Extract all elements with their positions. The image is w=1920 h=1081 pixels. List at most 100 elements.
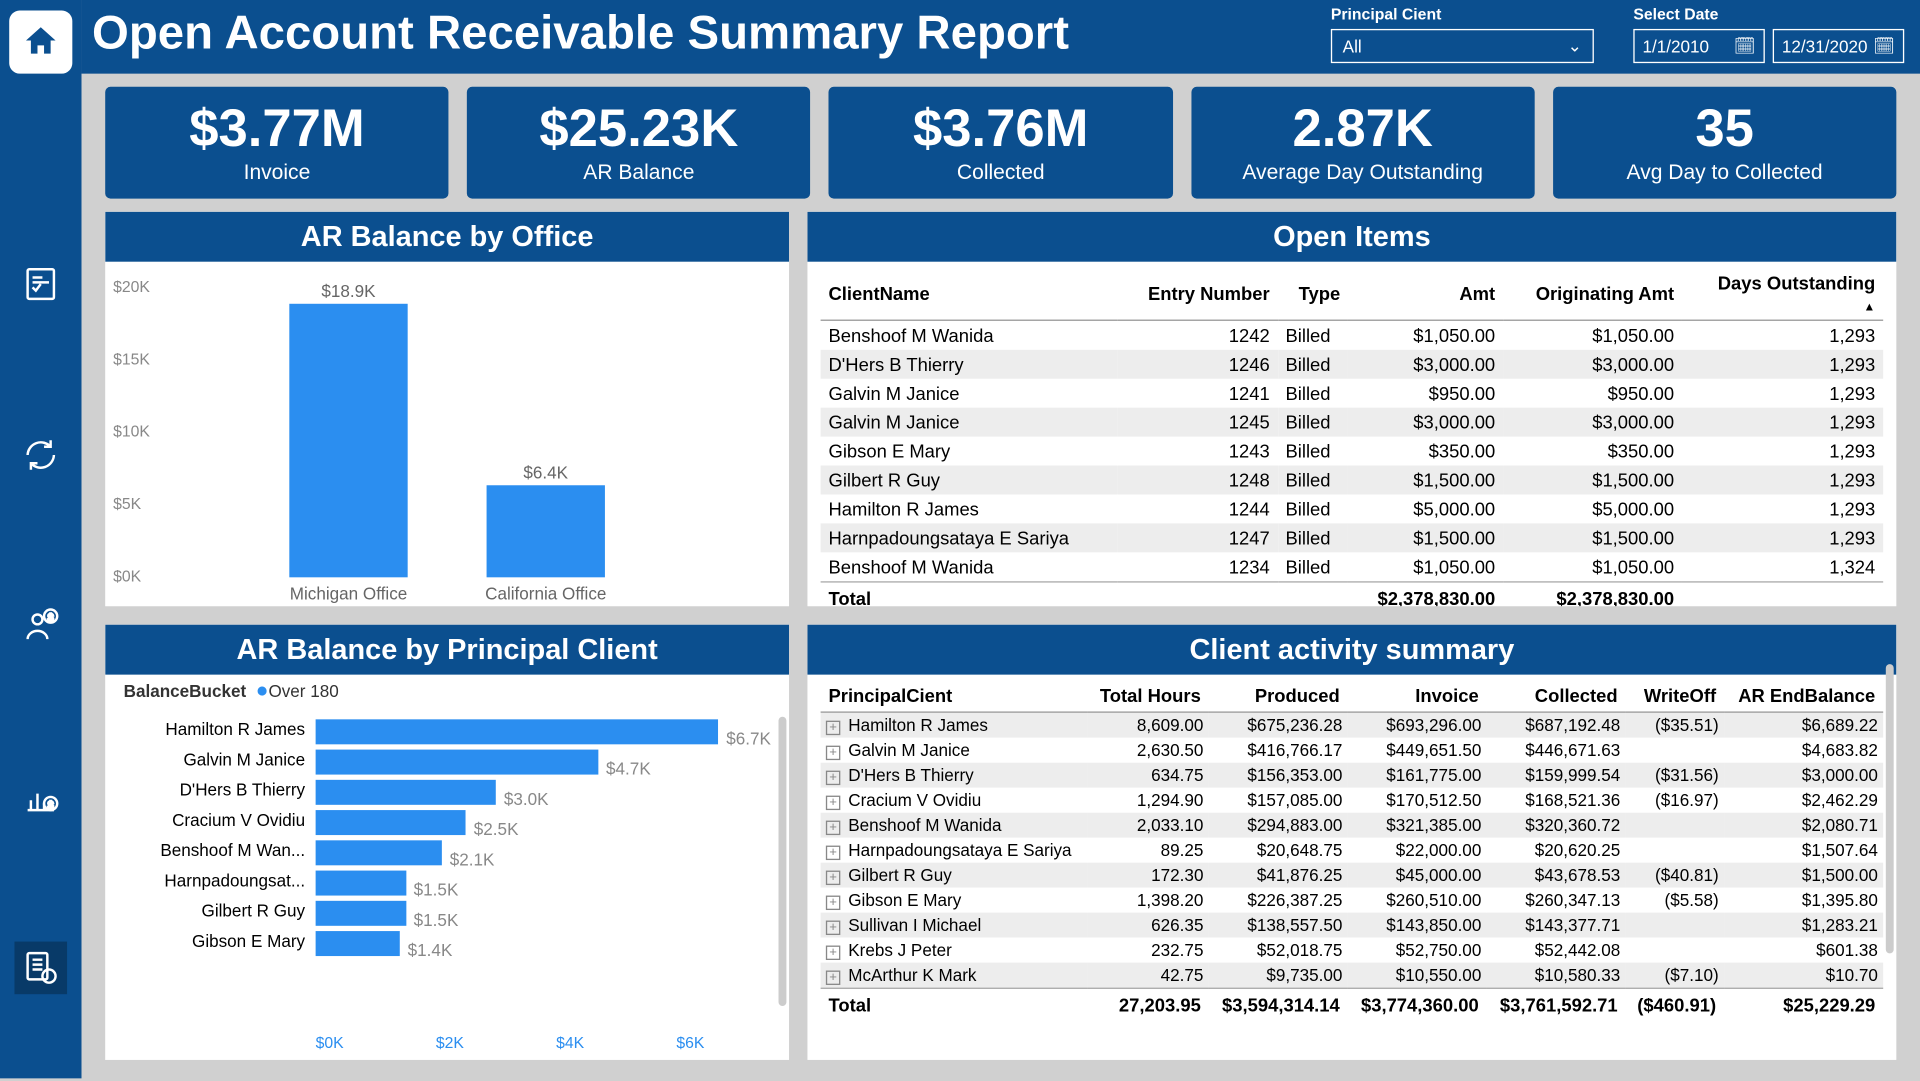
date-end-input[interactable]: 12/31/2020 🗓 xyxy=(1773,29,1905,63)
expand-icon[interactable]: + xyxy=(826,921,840,935)
kpi-label: Invoice xyxy=(113,162,441,186)
bar[interactable] xyxy=(487,485,605,578)
header: Open Account Receivable Summary Report P… xyxy=(82,0,1920,74)
column-header[interactable]: Originating Amt xyxy=(1503,267,1682,320)
kpi-card: $3.76MCollected xyxy=(829,87,1172,199)
open-items-table: ClientNameEntry NumberTypeAmtOriginating… xyxy=(821,267,1884,606)
kpi-label: Average Day Outstanding xyxy=(1199,162,1527,186)
kpi-card: $3.77MInvoice xyxy=(105,87,449,199)
column-header[interactable]: Invoice xyxy=(1348,680,1487,712)
table-row[interactable]: +Benshoof M Wanida2,033.10$294,883.00$32… xyxy=(821,813,1884,838)
chart-icon[interactable]: $ xyxy=(14,771,67,824)
page-title: Open Account Receivable Summary Report xyxy=(92,5,1331,60)
expand-icon[interactable]: + xyxy=(826,871,840,885)
table-row[interactable]: +Hamilton R James8,609.00$675,236.28$693… xyxy=(821,712,1884,738)
table-row[interactable]: Benshoof M Wanida1242Billed$1,050.00$1,0… xyxy=(821,320,1884,350)
kpi-label: Avg Day to Collected xyxy=(1561,162,1889,186)
kpi-label: AR Balance xyxy=(475,162,803,186)
expand-icon[interactable]: + xyxy=(826,721,840,735)
expand-icon[interactable]: + xyxy=(826,971,840,985)
kpi-value: $25.23K xyxy=(475,100,803,159)
hbar-row: Harnpadoungsat...$1.5K xyxy=(316,871,776,901)
kpi-value: 2.87K xyxy=(1199,100,1527,159)
hbar[interactable] xyxy=(316,719,719,744)
column-header[interactable]: Amt xyxy=(1348,267,1503,320)
hbar[interactable] xyxy=(316,780,496,805)
ar-client-chart: AR Balance by Principal Client BalanceBu… xyxy=(105,625,789,1060)
hbar-row: Cracium V Ovidiu$2.5K xyxy=(316,810,776,840)
home-icon xyxy=(21,22,60,61)
expand-icon[interactable]: + xyxy=(826,846,840,860)
hbar[interactable] xyxy=(316,931,400,956)
column-header[interactable]: WriteOff xyxy=(1626,680,1724,712)
column-header[interactable]: Total Hours xyxy=(1087,680,1208,712)
table-row[interactable]: +Gibson E Mary1,398.20$226,387.25$260,51… xyxy=(821,888,1884,913)
svg-text:$: $ xyxy=(48,613,54,624)
column-header[interactable]: ClientName xyxy=(821,267,1118,320)
user-money-icon[interactable]: $ xyxy=(14,600,67,653)
legend: BalanceBucket ●Over 180 xyxy=(105,675,789,709)
table-row[interactable]: +D'Hers B Thierry634.75$156,353.00$161,7… xyxy=(821,763,1884,788)
open-items-card: Open Items ClientNameEntry NumberTypeAmt… xyxy=(807,212,1896,607)
expand-icon[interactable]: + xyxy=(826,821,840,835)
hbar-row: D'Hers B Thierry$3.0K xyxy=(316,780,776,810)
table-row[interactable]: +Galvin M Janice2,630.50$416,766.17$449,… xyxy=(821,738,1884,763)
scrollbar[interactable] xyxy=(1886,664,1894,953)
table-row[interactable]: Gibson E Mary1243Billed$350.00$350.001,2… xyxy=(821,437,1884,466)
table-row[interactable]: +Cracium V Ovidiu1,294.90$157,085.00$170… xyxy=(821,788,1884,813)
table-row[interactable]: Galvin M Janice1245Billed$3,000.00$3,000… xyxy=(821,408,1884,437)
column-header[interactable]: Collected xyxy=(1487,680,1626,712)
kpi-row: $3.77MInvoice $25.23K AR Balance $3.76MColl… xyxy=(82,74,1920,212)
column-header[interactable]: Produced xyxy=(1209,680,1348,712)
table-row[interactable]: +Gilbert R Guy172.30$41,876.25$45,000.00… xyxy=(821,863,1884,888)
report-icon[interactable] xyxy=(14,258,67,311)
client-filter-label: Principal Cient xyxy=(1331,5,1594,23)
hbar-row: Gibson E Mary$1.4K xyxy=(316,931,776,961)
ledger-icon[interactable] xyxy=(14,942,67,995)
table-row[interactable]: +McArthur K Mark42.75$9,735.00$10,550.00… xyxy=(821,963,1884,989)
table-row[interactable]: Galvin M Janice1241Billed$950.00$950.001… xyxy=(821,379,1884,408)
table-row[interactable]: D'Hers B Thierry1246Billed$3,000.00$3,00… xyxy=(821,350,1884,379)
hbar-row: Gilbert R Guy$1.5K xyxy=(316,901,776,931)
chevron-down-icon: ⌄ xyxy=(1568,36,1582,57)
date-start-input[interactable]: 1/1/2010 🗓 xyxy=(1633,29,1765,63)
client-dropdown[interactable]: All ⌄ xyxy=(1331,29,1594,63)
hbar[interactable] xyxy=(316,871,406,896)
expand-icon[interactable]: + xyxy=(826,796,840,810)
hbar[interactable] xyxy=(316,810,466,835)
table-row[interactable]: +Harnpadoungsataya E Sariya89.25$20,648.… xyxy=(821,838,1884,863)
home-button[interactable] xyxy=(9,11,72,74)
column-header[interactable]: Entry Number xyxy=(1118,267,1278,320)
table-row[interactable]: Benshoof M Wanida1234Billed$1,050.00$1,0… xyxy=(821,552,1884,582)
column-header[interactable]: AR EndBalance xyxy=(1724,680,1883,712)
column-header[interactable]: PrincipalCient xyxy=(821,680,1088,712)
table-row[interactable]: +Sullivan I Michael626.35$138,557.50$143… xyxy=(821,913,1884,938)
table-row[interactable]: Harnpadoungsataya E Sariya1247Billed$1,5… xyxy=(821,523,1884,552)
ar-office-chart: AR Balance by Office $0K$5K$10K$15K$20K$… xyxy=(105,212,789,607)
column-header[interactable]: Type xyxy=(1278,267,1349,320)
hbar-row: Benshoof M Wan...$2.1K xyxy=(316,840,776,870)
expand-icon[interactable]: + xyxy=(826,896,840,910)
table-row[interactable]: Gilbert R Guy1248Billed$1,500.00$1,500.0… xyxy=(821,466,1884,495)
activity-table: PrincipalCientTotal HoursProducedInvoice… xyxy=(821,680,1884,1021)
expand-icon[interactable]: + xyxy=(826,746,840,760)
hbar-row: Galvin M Janice$4.7K xyxy=(316,750,776,780)
calendar-icon: 🗓 xyxy=(1873,36,1895,57)
svg-text:$: $ xyxy=(48,800,54,811)
hbar[interactable] xyxy=(316,901,406,926)
table-row[interactable]: Hamilton R James1244Billed$5,000.00$5,00… xyxy=(821,494,1884,523)
expand-icon[interactable]: + xyxy=(826,946,840,960)
column-header[interactable]: Days Outstanding▲ xyxy=(1682,267,1883,320)
expand-icon[interactable]: + xyxy=(826,771,840,785)
kpi-value: 35 xyxy=(1561,100,1889,159)
hbar[interactable] xyxy=(316,840,442,865)
kpi-card: 2.87K Average Day Outstanding xyxy=(1191,87,1535,199)
hbar[interactable] xyxy=(316,750,599,775)
date-filter-label: Select Date xyxy=(1633,5,1904,23)
scrollbar[interactable] xyxy=(779,717,787,1006)
refresh-icon[interactable] xyxy=(14,429,67,482)
activity-card: Client activity summary PrincipalCientTo… xyxy=(807,625,1896,1060)
table-row[interactable]: +Krebs J Peter232.75$52,018.75$52,750.00… xyxy=(821,938,1884,963)
calendar-icon: 🗓 xyxy=(1734,36,1756,57)
bar[interactable] xyxy=(289,304,407,577)
